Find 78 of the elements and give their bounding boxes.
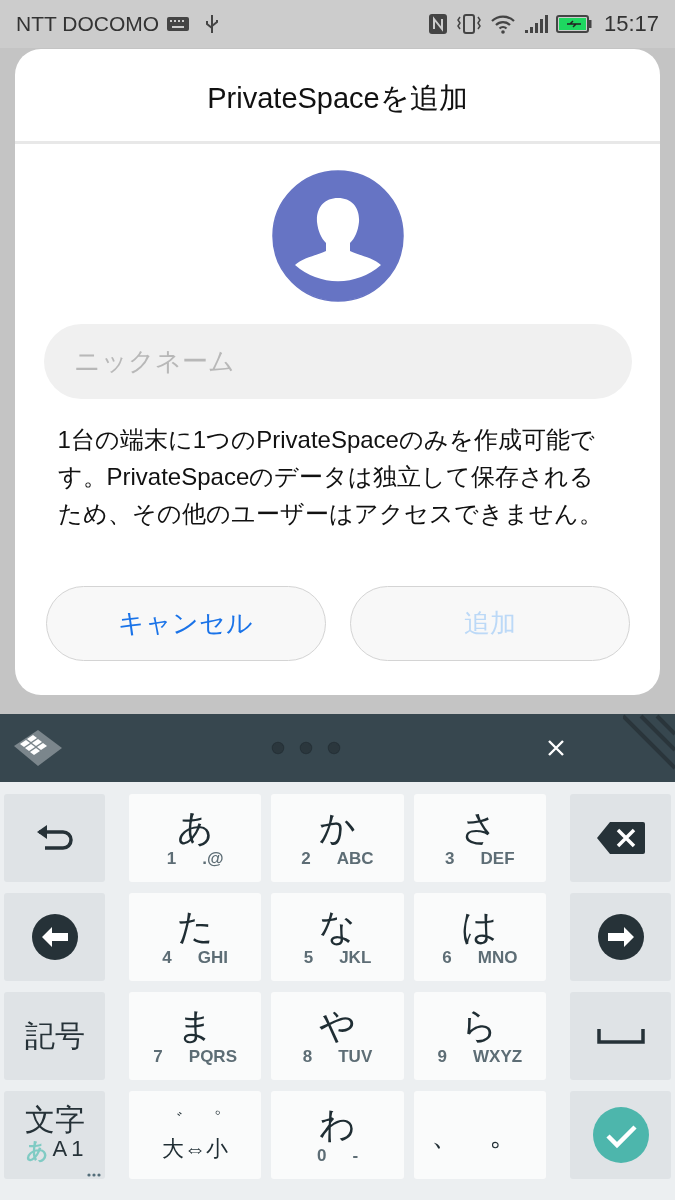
key-kana: さ [461,807,499,849]
nickname-field[interactable]: ニックネーム [43,324,632,399]
key-kana: は [461,906,499,948]
key-kana: か [319,807,356,849]
kana-key[interactable]: た 4 GHI [129,893,262,981]
kana-key[interactable]: ま 7 PQRS [129,992,262,1080]
wifi-icon [489,14,516,34]
cursor-right-key[interactable] [570,893,671,981]
mode-key[interactable]: 文字 あ A 1 [4,1091,105,1179]
key-letters: WXYZ [473,1047,523,1067]
battery-icon [555,15,592,33]
space-key[interactable] [570,992,671,1080]
avatar-icon[interactable] [271,170,404,302]
kana-key[interactable]: あ 1 .@ [129,794,262,882]
keyboard-grid-icon[interactable] [12,728,64,768]
nfc-icon [427,13,448,35]
page-dots-icon [270,741,341,755]
key-letters: JKL [339,948,372,968]
confirm-icon [592,1107,649,1163]
mode-option: あ [25,1136,49,1166]
key-number: 8 [302,1047,313,1067]
key-number: 0 [316,1146,327,1166]
key-letters: TUV [338,1047,373,1067]
key-kana: ら [461,1005,499,1047]
key-marks: ゛ ゜ [163,1107,227,1133]
space-icon [596,1027,645,1045]
key-number: 7 [153,1047,163,1067]
key-punctuation: 、 。 [430,1116,529,1153]
kana-key[interactable]: は 6 MNO [413,893,546,981]
vibrate-icon [455,13,482,35]
keyboard-icon [167,17,190,31]
key-letters: MNO [477,948,518,968]
key-kana: あ [176,807,214,849]
key-letters: DEF [480,849,515,869]
kana-key[interactable]: 、 。 [413,1091,546,1179]
mode-option: 1 [71,1136,84,1166]
dialog-message: 1台の端末に1つのPrivateSpaceのみを作成可能です。PrivateSpaceのデータは独立して保存されるため、その他のユーザーはアクセスできません。 [57,425,604,529]
mode-option: A [52,1136,68,1166]
key-caption: 大⇔小 [162,1134,229,1163]
key-number: 1 [166,849,177,869]
backspace-key[interactable] [570,794,671,882]
backspace-icon [595,821,646,855]
key-letters: ABC [336,849,374,869]
key-kana: や [319,1005,356,1047]
key-number: 5 [303,948,314,968]
signal-icon [523,14,548,34]
cancel-button[interactable]: キャンセル [45,586,326,661]
kana-key[interactable]: わ 0 - [271,1091,404,1179]
mode-label: 文字 [24,1104,85,1136]
key-letters: .@ [202,849,224,869]
clock: 15:17 [603,11,659,37]
cursor-left-key[interactable] [4,893,105,981]
key-kana: わ [319,1104,356,1146]
undo-key[interactable] [4,794,105,882]
key-letters: PQRS [188,1047,237,1067]
kana-key[interactable]: な 5 JKL [271,893,404,981]
key-number: 2 [301,849,311,869]
kana-key[interactable]: か 2 ABC [271,794,404,882]
key-kana: な [319,906,356,948]
key-kana: た [176,906,214,948]
kana-key[interactable]: さ 3 DEF [413,794,546,882]
key-number: 3 [445,849,455,869]
key-letters: - [352,1146,359,1166]
kana-key[interactable]: ゛ ゜ 大⇔小 [129,1091,262,1179]
close-icon[interactable] [547,739,565,757]
key-kana: ま [176,1005,214,1047]
dialog-title: PrivateSpaceを追加 [207,81,468,116]
carrier-name: NTT DOCOMO [16,12,160,36]
more-icon [87,1173,101,1177]
key-number: 4 [162,948,172,968]
key-number: 6 [442,948,452,968]
kana-key[interactable]: ら 9 WXYZ [413,992,546,1080]
usb-icon [205,14,220,34]
key-letters: GHI [197,948,228,968]
symbol-key[interactable]: 記号 [4,992,105,1080]
corner-stripes-icon [623,714,675,770]
key-number: 9 [437,1047,447,1067]
kana-key[interactable]: や 8 TUV [271,992,404,1080]
